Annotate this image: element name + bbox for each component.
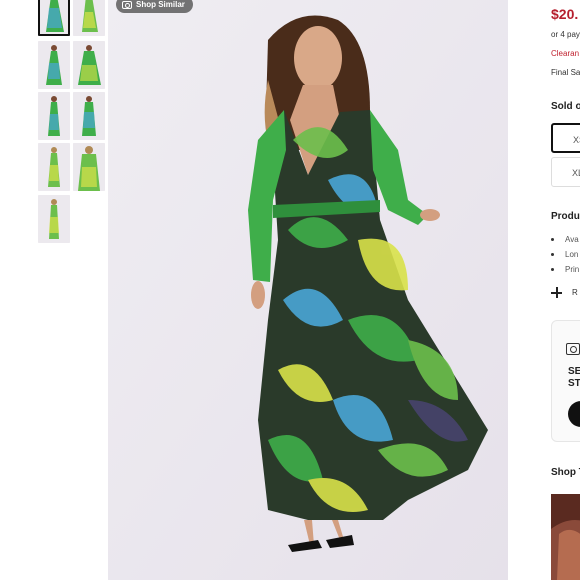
final-sale-text: Final Sa: [551, 68, 580, 77]
shop-look-image[interactable]: [551, 494, 580, 580]
thumbnail-image: [38, 0, 70, 36]
expand-details-row[interactable]: R: [551, 287, 578, 298]
thumbnail-image: [73, 92, 105, 140]
size-option-xs[interactable]: XS: [551, 123, 580, 153]
see-card-line2: ST: [568, 378, 580, 389]
detail-bullet: Lon: [551, 247, 579, 262]
thumbnail-image: [38, 92, 70, 140]
detail-bullet: Prin: [551, 262, 579, 277]
see-card-line1: SE: [568, 366, 580, 377]
thumbnail-image: [38, 41, 70, 89]
detail-bullet: Ava: [551, 232, 579, 247]
thumbnail-4[interactable]: [73, 41, 105, 89]
see-it-styled-card: SE ST: [551, 320, 580, 442]
size-heading: Sold o: [551, 101, 580, 112]
thumbnail-7[interactable]: [38, 143, 70, 191]
size-option-xl[interactable]: XL: [551, 157, 580, 187]
look-photo: [551, 494, 580, 580]
product-details-heading: Produ: [551, 211, 580, 222]
thumbnail-8[interactable]: [73, 143, 105, 191]
model-photo: [108, 0, 508, 580]
thumbnail-image: [38, 195, 70, 243]
main-product-image[interactable]: [108, 0, 508, 580]
thumbnail-9[interactable]: [38, 195, 70, 243]
shop-similar-button[interactable]: Shop Similar: [116, 0, 193, 13]
shop-the-look-heading: Shop T: [551, 467, 580, 478]
details-bullet-list: Ava Lon Prin: [551, 232, 579, 277]
clearance-badge: Clearan: [551, 49, 580, 58]
see-card-button[interactable]: [568, 401, 580, 427]
thumbnail-2[interactable]: [73, 0, 105, 36]
thumbnail-6[interactable]: [73, 92, 105, 140]
product-price: $20.: [551, 6, 579, 22]
thumbnail-1[interactable]: [38, 0, 70, 36]
thumbnail-image: [73, 41, 105, 89]
thumbnail-3[interactable]: [38, 41, 70, 89]
thumbnail-image: [73, 0, 105, 36]
camera-icon: [566, 343, 580, 355]
thumbnail-image: [73, 143, 105, 191]
camera-icon: [122, 0, 132, 9]
thumbnail-5[interactable]: [38, 92, 70, 140]
shop-similar-label: Shop Similar: [136, 0, 185, 9]
installment-text: or 4 pay: [551, 30, 580, 39]
thumbnail-image: [38, 143, 70, 191]
expand-label: R: [572, 288, 578, 297]
plus-icon: [551, 287, 562, 298]
